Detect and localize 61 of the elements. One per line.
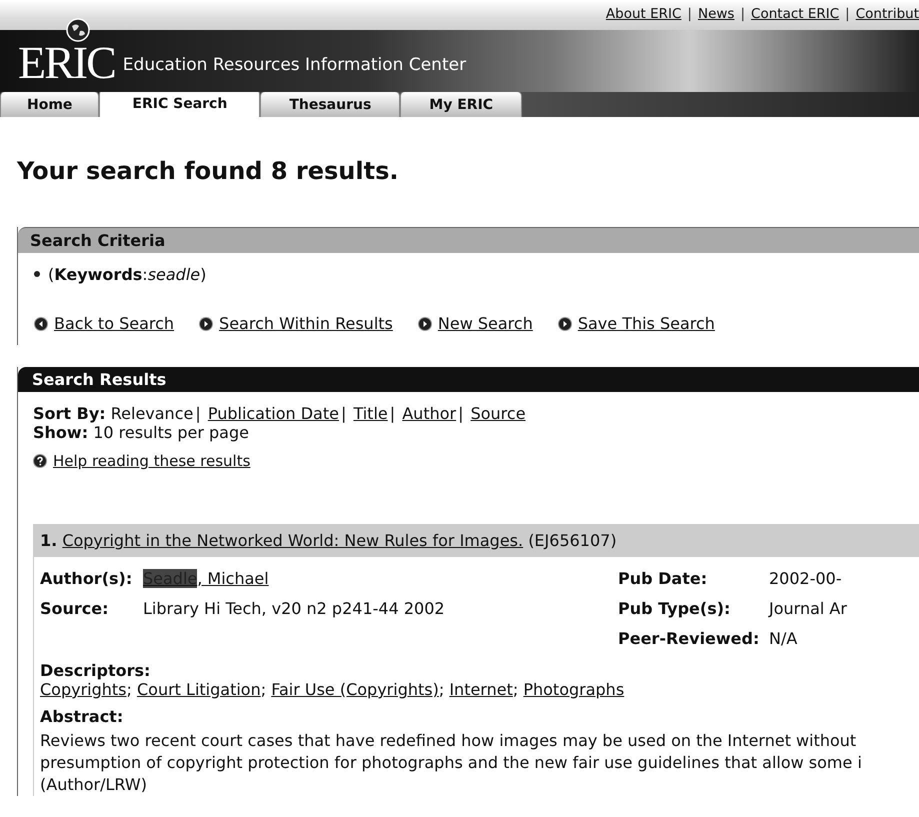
- field-value: Journal Ar: [769, 598, 847, 618]
- sort-link[interactable]: Source: [470, 404, 526, 423]
- nav-tab[interactable]: Thesaurus: [260, 91, 400, 117]
- descriptor-link[interactable]: Fair Use (Copyrights): [271, 680, 439, 699]
- abstract-text: (Author/LRW): [39, 774, 148, 796]
- sort-link[interactable]: Publication Date: [208, 404, 339, 423]
- separator: ;: [438, 680, 444, 699]
- separator: |: [195, 404, 201, 423]
- globe-icon: [66, 18, 90, 42]
- site-logo[interactable]: ERIC: [18, 36, 115, 86]
- panel-header: Search Criteria: [18, 227, 919, 253]
- separator: |: [845, 6, 850, 22]
- help-icon: [33, 454, 47, 468]
- field-label: Source:: [40, 598, 110, 618]
- result-number: 1.: [40, 531, 58, 550]
- results-heading: Your search found 8 results.: [17, 157, 400, 185]
- result-id: (EJ656107): [528, 531, 617, 550]
- result-title-link[interactable]: Copyright in the Networked World: New Rules for Images.: [62, 531, 524, 550]
- sort-link[interactable]: Title: [353, 404, 388, 423]
- descriptor-link[interactable]: Copyrights: [40, 680, 127, 699]
- nav-link[interactable]: Contact ERIC: [751, 6, 840, 22]
- nav-link[interactable]: News: [698, 6, 734, 22]
- help-link[interactable]: Help reading these results: [33, 452, 250, 470]
- nav-link[interactable]: Contribut: [856, 6, 919, 22]
- field-value: 2002-00-: [769, 568, 842, 588]
- nav-tab[interactable]: My ERIC: [400, 91, 522, 117]
- sort-option: Relevance: [110, 404, 194, 423]
- field-label: Descriptors:: [39, 660, 152, 680]
- separator: ;: [126, 680, 132, 699]
- abstract-text: presumption of copyright protection for photographs and the new fair use guidelines that allow some i: [39, 752, 863, 774]
- criteria-item: (Keywords:seadle): [34, 265, 206, 284]
- field-label: Author(s):: [40, 568, 134, 588]
- action-link[interactable]: Save This Search: [558, 314, 715, 333]
- nav-tab[interactable]: Home: [0, 91, 100, 117]
- sort-label: Sort By:: [33, 404, 106, 423]
- separator: ;: [260, 680, 266, 699]
- action-link[interactable]: New Search: [418, 314, 533, 333]
- show-label: Show:: [33, 423, 88, 442]
- separator: |: [340, 404, 346, 423]
- separator: |: [390, 404, 396, 423]
- field-label: Abstract:: [39, 706, 124, 726]
- action-link[interactable]: Back to Search: [34, 314, 174, 333]
- field-label: Pub Type(s):: [618, 598, 732, 618]
- separator: ;: [512, 680, 518, 699]
- panel-header: Search Results: [18, 367, 919, 392]
- site-subtitle: Education Resources Information Center: [122, 55, 466, 75]
- show-value: 10 results per page: [93, 423, 249, 442]
- action-link[interactable]: Search Within Results: [199, 314, 393, 333]
- field-label: Pub Date:: [618, 568, 708, 588]
- descriptor-link[interactable]: Court Litigation: [137, 680, 261, 699]
- field-value: N/A: [769, 628, 798, 648]
- descriptor-link[interactable]: Photographs: [523, 680, 624, 699]
- field-label: Peer-Reviewed:: [618, 628, 760, 648]
- abstract-text: Reviews two recent court cases that have redefined how images may be used on the Internet without: [39, 730, 858, 752]
- separator: |: [458, 404, 464, 423]
- nav-link[interactable]: About ERIC: [606, 6, 682, 22]
- descriptor-link[interactable]: Internet: [449, 680, 513, 699]
- separator: |: [687, 6, 692, 22]
- separator: |: [740, 6, 746, 22]
- sort-link[interactable]: Author: [402, 404, 456, 423]
- source-value: Library Hi Tech, v20 n2 p241-44 2002: [143, 598, 445, 618]
